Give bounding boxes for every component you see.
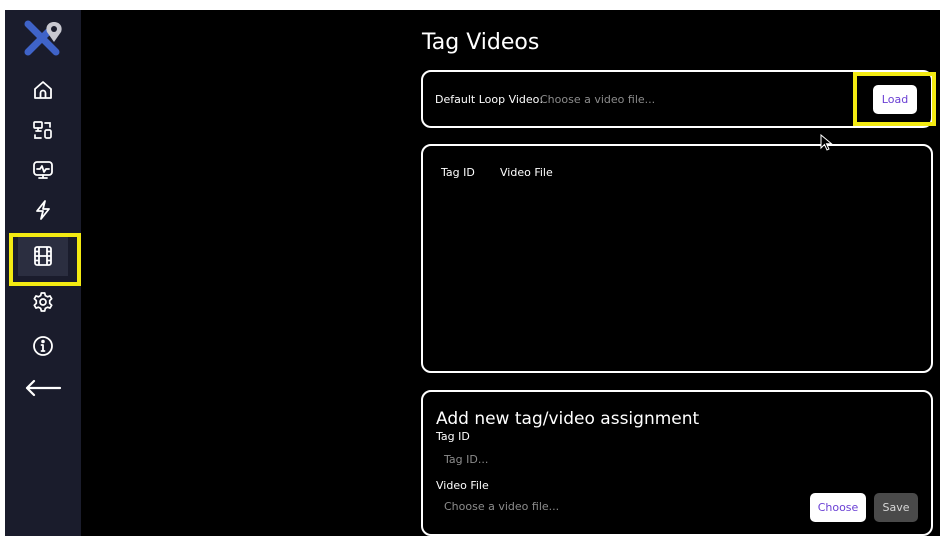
sidebar-item-settings[interactable] [18, 282, 68, 322]
video-file-input[interactable]: Choose a video file... [444, 500, 559, 513]
logo-icon [24, 20, 62, 56]
sidebar-item-power[interactable] [18, 190, 68, 230]
app-window: Tag Videos Default Loop Video: Choose a … [5, 10, 940, 536]
new-assignment-title: Add new tag/video assignment [436, 409, 700, 429]
load-button[interactable]: Load [873, 85, 917, 114]
lightning-icon [36, 200, 50, 220]
back-arrow-icon [25, 379, 62, 397]
page-title: Tag Videos [422, 30, 540, 55]
sidebar-item-home[interactable] [18, 70, 68, 110]
mouse-cursor-icon [820, 134, 833, 151]
info-icon [33, 336, 53, 356]
devices-icon [33, 121, 52, 139]
save-button[interactable]: Save [874, 493, 918, 522]
new-assignment-card: Add new tag/video assignment Tag ID Tag … [421, 390, 933, 536]
column-header-tag-id: Tag ID [441, 166, 475, 179]
sidebar-item-about[interactable] [18, 326, 68, 366]
sidebar [5, 10, 81, 536]
tag-id-label: Tag ID [436, 430, 470, 443]
gear-icon [33, 292, 53, 312]
choose-button[interactable]: Choose [810, 493, 866, 522]
sidebar-item-videos[interactable] [18, 236, 68, 276]
tag-table-card: Tag ID Video File [421, 144, 933, 373]
default-loop-label: Default Loop Video: [435, 93, 544, 106]
sidebar-item-back[interactable] [18, 368, 68, 408]
monitor-icon [33, 161, 53, 179]
default-loop-card: Default Loop Video: Choose a video file.… [421, 70, 933, 128]
column-header-video-file: Video File [500, 166, 553, 179]
film-icon [34, 246, 52, 266]
default-loop-file-input[interactable]: Choose a video file... [540, 93, 655, 106]
tag-id-input[interactable]: Tag ID... [444, 453, 488, 466]
sidebar-item-devices[interactable] [18, 110, 68, 150]
sidebar-item-monitor[interactable] [18, 150, 68, 190]
video-file-label: Video File [436, 479, 489, 492]
home-icon [34, 81, 52, 99]
